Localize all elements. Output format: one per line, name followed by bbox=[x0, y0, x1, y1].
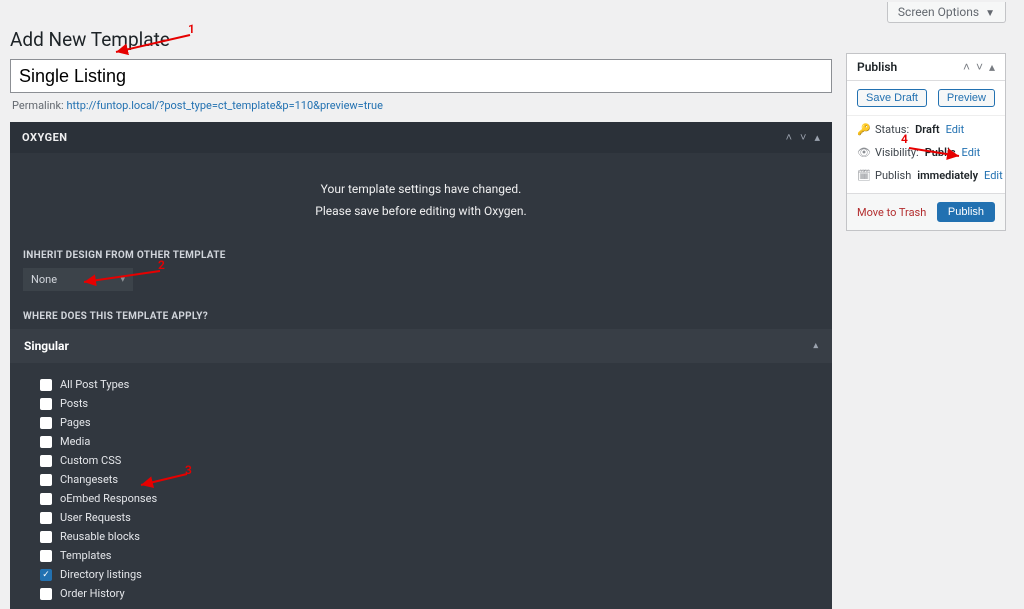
checkbox-icon[interactable] bbox=[40, 417, 52, 429]
edit-status-link[interactable]: Edit bbox=[946, 123, 965, 136]
checkbox-label: Custom CSS bbox=[60, 454, 121, 467]
checkbox-label: oEmbed Responses bbox=[60, 492, 157, 505]
checkbox-row[interactable]: Posts bbox=[40, 394, 832, 413]
template-title-input[interactable] bbox=[10, 59, 832, 93]
checkbox-label: Posts bbox=[60, 397, 88, 410]
notice-line: Your template settings have changed. bbox=[10, 179, 832, 201]
status-value: Draft bbox=[915, 123, 939, 136]
publish-box-title: Publish bbox=[857, 60, 897, 74]
checkbox-row[interactable]: Reusable blocks bbox=[40, 527, 832, 546]
status-label: Status: bbox=[875, 123, 909, 136]
permalink-label: Permalink: bbox=[12, 99, 64, 112]
inherit-select-value: None bbox=[31, 273, 57, 286]
checkbox-row[interactable]: Pages bbox=[40, 413, 832, 432]
checkbox-icon[interactable] bbox=[40, 512, 52, 524]
singular-accordion-header[interactable]: Singular ▴ bbox=[10, 329, 832, 363]
visibility-value: Public bbox=[925, 146, 956, 159]
preview-button[interactable]: Preview bbox=[938, 89, 995, 107]
checkbox-row[interactable]: All Post Types bbox=[40, 375, 832, 394]
move-to-trash-link[interactable]: Move to Trash bbox=[857, 206, 926, 219]
calendar-icon: 🗓 bbox=[857, 169, 869, 182]
caret-up-icon: ▴ bbox=[813, 341, 818, 351]
screen-options-label: Screen Options bbox=[898, 5, 979, 19]
eye-icon: 👁 bbox=[857, 146, 869, 159]
publish-metabox: Publish ˄ ˅ ▴ Save Draft Preview 🔑 Statu… bbox=[846, 53, 1006, 231]
chevron-down-icon: ▼ bbox=[985, 8, 995, 19]
checkbox-label: User Requests bbox=[60, 511, 131, 524]
checkbox-row[interactable]: Templates bbox=[40, 546, 832, 565]
page-title: Add New Template bbox=[10, 23, 832, 59]
checkbox-icon[interactable]: ✓ bbox=[40, 569, 52, 581]
checkbox-label: All Post Types bbox=[60, 378, 129, 391]
chevron-up-icon[interactable]: ˄ bbox=[786, 131, 792, 144]
checkbox-icon[interactable] bbox=[40, 588, 52, 600]
checkbox-icon[interactable] bbox=[40, 493, 52, 505]
checkbox-row[interactable]: User Requests bbox=[40, 508, 832, 527]
apply-label: WHERE DOES THIS TEMPLATE APPLY? bbox=[10, 305, 832, 329]
schedule-label: Publish bbox=[875, 169, 911, 182]
chevron-down-icon: ▾ bbox=[120, 275, 125, 285]
caret-up-icon[interactable]: ▴ bbox=[989, 60, 995, 74]
checkbox-label: Pages bbox=[60, 416, 91, 429]
oxygen-panel: OXYGEN ˄ ˅ ▴ Your template settings have… bbox=[10, 122, 832, 609]
checkbox-label: Directory listings bbox=[60, 568, 142, 581]
chevron-down-icon[interactable]: ˅ bbox=[976, 60, 983, 74]
permalink-url[interactable]: http://funtop.local/?post_type=ct_templa… bbox=[66, 99, 382, 112]
checkbox-icon[interactable] bbox=[40, 455, 52, 467]
checkbox-icon[interactable] bbox=[40, 474, 52, 486]
notice-line: Please save before editing with Oxygen. bbox=[10, 201, 832, 223]
checkbox-row[interactable]: ✓ Directory listings bbox=[40, 565, 832, 584]
screen-options-button[interactable]: Screen Options ▼ bbox=[887, 2, 1006, 23]
oxygen-notice: Your template settings have changed. Ple… bbox=[10, 153, 832, 244]
checkbox-row[interactable]: Custom CSS bbox=[40, 451, 832, 470]
caret-up-icon[interactable]: ▴ bbox=[814, 131, 820, 144]
key-icon: 🔑 bbox=[857, 123, 869, 136]
checkbox-icon[interactable] bbox=[40, 531, 52, 543]
permalink-row: Permalink: http://funtop.local/?post_typ… bbox=[10, 93, 832, 122]
edit-visibility-link[interactable]: Edit bbox=[962, 146, 981, 159]
checkbox-label: Media bbox=[60, 435, 90, 448]
post-type-checklist: All Post Types Posts Pages Media Custom CSS C… bbox=[10, 363, 832, 609]
checkbox-label: Order History bbox=[60, 587, 125, 600]
checkbox-label: Reusable blocks bbox=[60, 530, 140, 543]
inherit-label: INHERIT DESIGN FROM OTHER TEMPLATE bbox=[10, 244, 832, 268]
visibility-label: Visibility: bbox=[875, 146, 919, 159]
checkbox-label: Changesets bbox=[60, 473, 118, 486]
checkbox-row[interactable]: Changesets bbox=[40, 470, 832, 489]
accordion-title: Singular bbox=[24, 339, 69, 353]
checkbox-icon[interactable] bbox=[40, 398, 52, 410]
save-draft-button[interactable]: Save Draft bbox=[857, 89, 927, 107]
checkbox-row[interactable]: Order History bbox=[40, 584, 832, 603]
checkbox-label: Templates bbox=[60, 549, 111, 562]
checkbox-icon[interactable] bbox=[40, 550, 52, 562]
chevron-up-icon[interactable]: ˄ bbox=[963, 60, 970, 74]
oxygen-panel-title: OXYGEN bbox=[22, 131, 68, 144]
chevron-down-icon[interactable]: ˅ bbox=[800, 131, 806, 144]
publish-button[interactable]: Publish bbox=[937, 202, 995, 222]
checkbox-icon[interactable] bbox=[40, 436, 52, 448]
checkbox-row[interactable]: Media bbox=[40, 432, 832, 451]
checkbox-icon[interactable] bbox=[40, 379, 52, 391]
checkbox-row[interactable]: oEmbed Responses bbox=[40, 489, 832, 508]
inherit-template-select[interactable]: None ▾ bbox=[23, 268, 133, 291]
schedule-value: immediately bbox=[917, 169, 978, 182]
oxygen-panel-header: OXYGEN ˄ ˅ ▴ bbox=[10, 122, 832, 153]
edit-schedule-link[interactable]: Edit bbox=[984, 169, 1003, 182]
